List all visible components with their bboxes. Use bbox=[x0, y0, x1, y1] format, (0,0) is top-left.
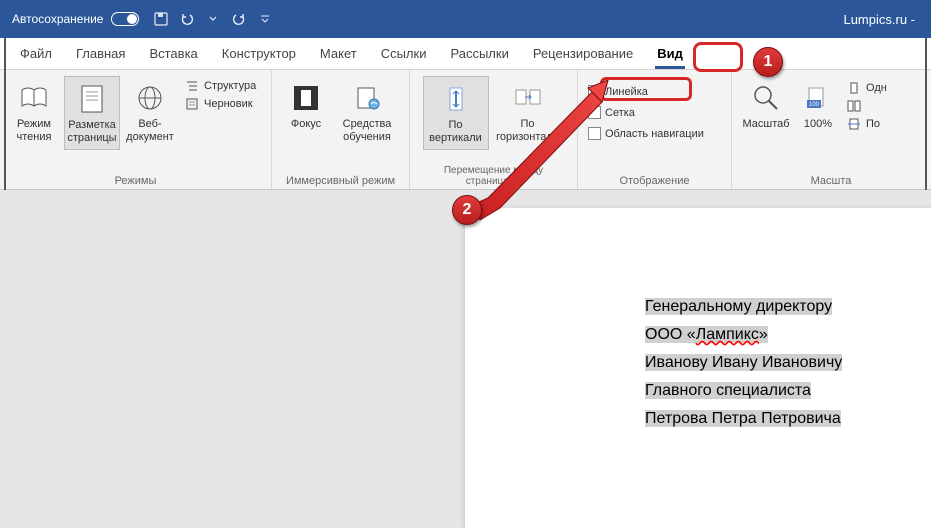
document-page[interactable]: Генеральному директору ООО «Лампикс» Ива… bbox=[465, 208, 931, 528]
page-width-button[interactable]: По bbox=[844, 116, 889, 132]
one-page-icon bbox=[846, 81, 862, 95]
zoom-100-button[interactable]: 100 100% bbox=[796, 76, 840, 135]
vertical-button[interactable]: По вертикали bbox=[423, 76, 489, 150]
horizontal-button[interactable]: По горизонтали bbox=[491, 76, 565, 148]
print-layout-button[interactable]: Разметка страницы bbox=[64, 76, 120, 150]
titlebar: Автосохранение Lumpics.ru - bbox=[0, 0, 931, 38]
web-layout-button[interactable]: Веб- документ bbox=[122, 76, 178, 148]
doc-line: Главного специалиста bbox=[645, 382, 915, 400]
group-show: Линейка Сетка Область навигации Отображе… bbox=[578, 70, 732, 189]
checkbox-icon bbox=[588, 106, 601, 119]
doc-line: Генеральному директору bbox=[645, 298, 915, 316]
draft-button[interactable]: Черновик bbox=[182, 96, 258, 112]
workarea: Генеральному директору ООО «Лампикс» Ива… bbox=[0, 190, 931, 527]
outline-button[interactable]: Структура bbox=[182, 78, 258, 94]
page-width-icon bbox=[846, 117, 862, 131]
vertical-label: По вертикали bbox=[429, 119, 482, 145]
tab-view[interactable]: Вид bbox=[645, 38, 695, 69]
autosave-toggle[interactable] bbox=[111, 12, 139, 26]
zoom-icon bbox=[750, 80, 782, 116]
horizontal-label: По горизонтали bbox=[496, 118, 559, 144]
zoom-label: Масштаб bbox=[742, 118, 789, 131]
read-mode-label: Режим чтения bbox=[17, 118, 52, 144]
group-show-label: Отображение bbox=[584, 173, 725, 187]
chevron-down-icon[interactable] bbox=[205, 11, 221, 27]
save-icon[interactable] bbox=[153, 11, 169, 27]
group-immersive: Фокус Средства обучения Иммерсивный режи… bbox=[272, 70, 410, 189]
svg-text:100: 100 bbox=[809, 102, 820, 108]
group-page-movement: По вертикали По горизонтали Перемещение … bbox=[410, 70, 578, 189]
web-layout-label: Веб- документ bbox=[126, 118, 174, 144]
group-zoom-label: Масшта bbox=[738, 173, 924, 187]
multi-page-icon bbox=[846, 99, 862, 113]
doc-line: Петрова Петра Петровича bbox=[645, 410, 915, 428]
group-modes: Режим чтения Разметка страницы Веб- доку… bbox=[0, 70, 272, 189]
gridlines-label: Сетка bbox=[605, 107, 635, 119]
tab-insert[interactable]: Вставка bbox=[137, 38, 209, 69]
learning-tools-button[interactable]: Средства обучения bbox=[336, 76, 398, 148]
tab-mailings[interactable]: Рассылки bbox=[438, 38, 520, 69]
learning-tools-icon bbox=[351, 80, 383, 116]
tab-review[interactable]: Рецензирование bbox=[521, 38, 645, 69]
read-mode-button[interactable]: Режим чтения bbox=[6, 76, 62, 148]
redo-icon[interactable] bbox=[231, 11, 247, 27]
tab-layout[interactable]: Макет bbox=[308, 38, 369, 69]
undo-icon[interactable] bbox=[179, 11, 195, 27]
ribbon-tabs: Файл Главная Вставка Конструктор Макет С… bbox=[0, 38, 931, 70]
ruler-checkbox[interactable]: Линейка bbox=[586, 84, 706, 99]
focus-icon bbox=[290, 80, 322, 116]
qat-customize-icon[interactable] bbox=[257, 11, 273, 27]
autosave-label: Автосохранение bbox=[12, 12, 103, 26]
vertical-icon bbox=[440, 81, 472, 117]
document-title: Lumpics.ru - bbox=[843, 12, 915, 27]
group-immersive-label: Иммерсивный режим bbox=[278, 173, 403, 187]
tab-references[interactable]: Ссылки bbox=[369, 38, 439, 69]
group-page-movement-label: Перемещение между страницами bbox=[416, 163, 571, 187]
learning-tools-label: Средства обучения bbox=[343, 118, 392, 144]
read-mode-icon bbox=[18, 80, 50, 116]
horizontal-icon bbox=[512, 80, 544, 116]
navigation-pane-checkbox[interactable]: Область навигации bbox=[586, 126, 706, 141]
tab-file[interactable]: Файл bbox=[8, 38, 64, 69]
web-layout-icon bbox=[134, 80, 166, 116]
checkbox-icon bbox=[588, 85, 601, 98]
zoom-100-icon: 100 bbox=[802, 80, 834, 116]
print-layout-label: Разметка страницы bbox=[67, 119, 116, 145]
annotation-badge-2: 2 bbox=[452, 195, 482, 225]
outline-label: Структура bbox=[204, 80, 256, 92]
print-layout-icon bbox=[76, 81, 108, 117]
doc-line: Иванову Ивану Ивановичу bbox=[645, 354, 915, 372]
group-zoom: Масштаб 100 100% Одн bbox=[732, 70, 930, 189]
checkbox-icon bbox=[588, 127, 601, 140]
tab-home[interactable]: Главная bbox=[64, 38, 137, 69]
multi-page-button[interactable] bbox=[844, 98, 889, 114]
navigation-label: Область навигации bbox=[605, 128, 704, 140]
draft-icon bbox=[184, 97, 200, 111]
ruler-label: Линейка bbox=[605, 86, 648, 98]
tab-design[interactable]: Конструктор bbox=[210, 38, 308, 69]
focus-label: Фокус bbox=[291, 118, 321, 131]
group-modes-label: Режимы bbox=[6, 173, 265, 187]
zoom-100-label: 100% bbox=[804, 118, 832, 131]
focus-button[interactable]: Фокус bbox=[278, 76, 334, 135]
annotation-badge-1: 1 bbox=[753, 47, 783, 77]
draft-label: Черновик bbox=[204, 98, 253, 110]
page-width-label: По bbox=[866, 118, 880, 130]
doc-line: ООО «Лампикс» bbox=[645, 326, 915, 344]
gridlines-checkbox[interactable]: Сетка bbox=[586, 105, 706, 120]
zoom-button[interactable]: Масштаб bbox=[738, 76, 794, 135]
one-page-button[interactable]: Одн bbox=[844, 80, 889, 96]
outline-icon bbox=[184, 79, 200, 93]
one-page-label: Одн bbox=[866, 82, 887, 94]
ribbon: Режим чтения Разметка страницы Веб- доку… bbox=[0, 70, 931, 190]
